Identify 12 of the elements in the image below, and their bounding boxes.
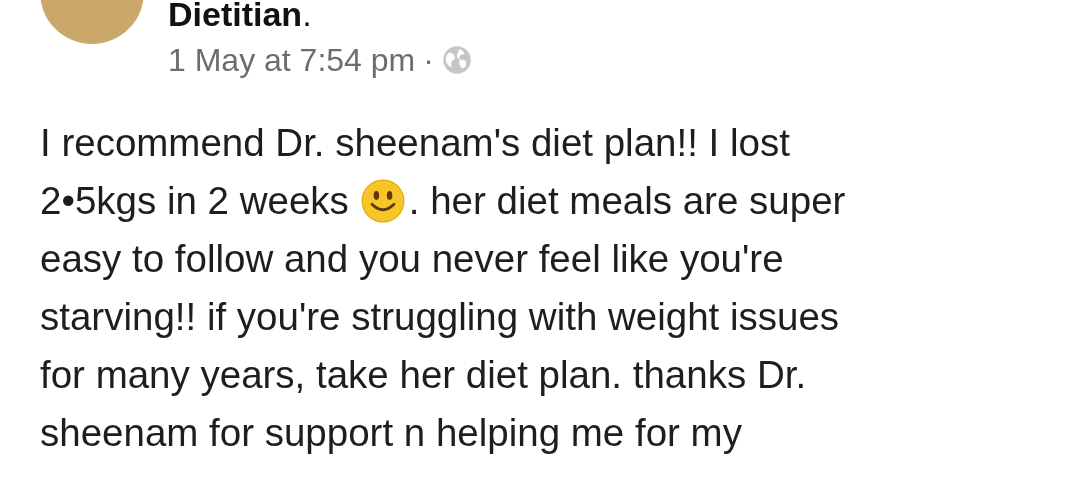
post-text-line: sheenam for support n helping me for my: [40, 411, 742, 455]
post-text-line: for many years, take her diet plan. thanks Dr.: [40, 353, 807, 397]
post-text-line: easy to follow and you never feel like you're: [40, 237, 784, 281]
author-name[interactable]: Dietitian.: [168, 0, 472, 34]
globe-icon: [441, 45, 472, 75]
post-time[interactable]: 1 May at 7:54 pm: [168, 40, 416, 80]
smiley-face-icon: [360, 179, 405, 223]
post-text-line: I recommend Dr. sheenam's diet plan!! I lost: [40, 121, 790, 165]
separator-dot: ·: [423, 41, 434, 80]
post-text-line: starving!! if you're struggling with weight issues: [40, 295, 840, 339]
post-text-line: . her diet meals are super: [408, 179, 846, 223]
post-text-line: 2•5kgs in 2 weeks: [40, 179, 349, 223]
